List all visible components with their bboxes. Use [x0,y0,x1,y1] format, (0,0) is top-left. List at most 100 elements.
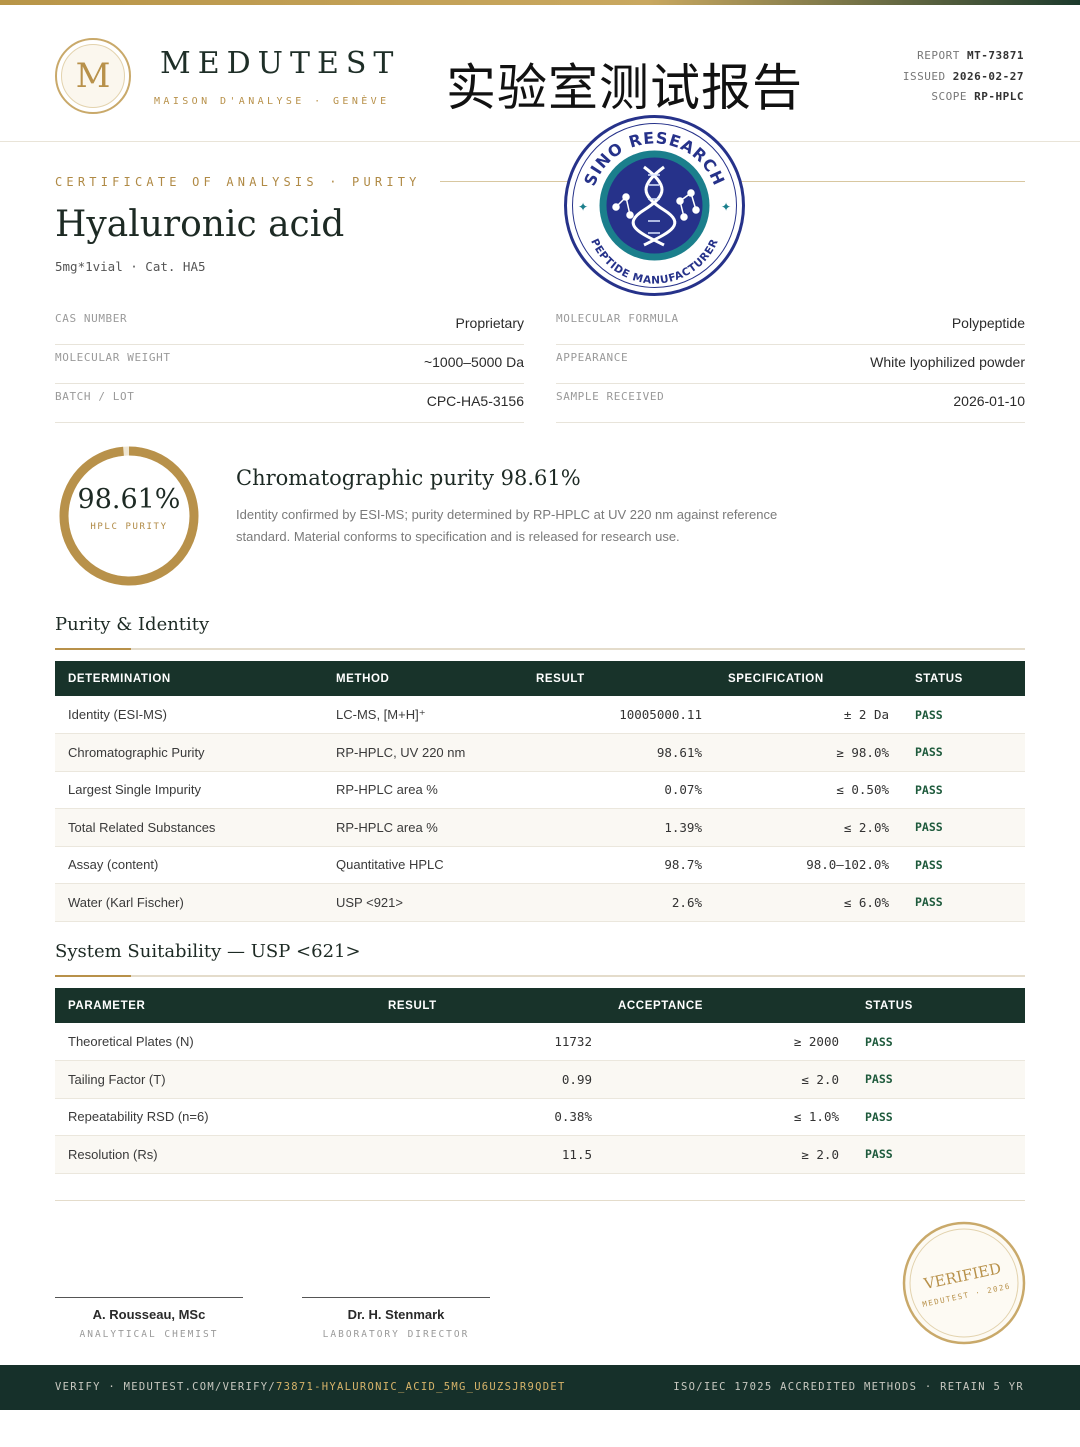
property-value: ~1000–5000 Da [423,354,524,370]
top-accent-bar [0,0,1080,5]
table-cell: PASS [902,883,1025,922]
table-row: Theoretical Plates (N) 11732 ≥ 2000 PASS [55,1023,1025,1061]
table-cell: Tailing Factor (T) [55,1060,375,1099]
property-key: SAMPLE RECEIVED [556,390,665,403]
signature-name-1: A. Rousseau, MSc [92,1307,206,1322]
table-cell: Theoretical Plates (N) [55,1023,375,1061]
property-key: BATCH / LOT [55,390,135,403]
signature-role-1: ANALYTICAL CHEMIST [79,1329,219,1340]
table-cell: 11.5 [375,1135,605,1174]
footer-accreditation: ISO/IEC 17025 ACCREDITED METHODS · RETAI… [673,1381,1024,1393]
property-value: White lyophilized powder [870,354,1025,370]
purity-ring-value: 98.61% [77,484,181,515]
table-header-cell: RESULT [375,988,605,1023]
table-cell: ≥ 98.0% [715,733,902,772]
brand-name: MEDUTEST [160,46,401,81]
verified-stamp: VERIFIED MEDUTEST · 2026 [902,1221,1026,1345]
meta-report-value: MT-73871 [967,49,1024,62]
signature-line-2 [302,1297,490,1298]
table-cell: Largest Single Impurity [55,771,323,809]
purity-ring-fill [59,446,199,586]
table-cell: PASS [902,846,1025,884]
table-header-cell: SPECIFICATION [715,661,902,696]
signature-line-1 [55,1297,243,1298]
property-row: BATCH / LOT CPC-HA5-3156 [55,384,524,423]
footer-bar: VERIFY · MEDUTEST.COM/VERIFY/73871-HYALU… [0,1365,1080,1410]
table-cell: Quantitative HPLC [323,846,523,884]
table-cell: ≤ 0.50% [715,771,902,809]
table-cell: 98.0–102.0% [715,846,902,884]
table-cell: ≤ 1.0% [605,1098,852,1136]
table-cell: Repeatability RSD (n=6) [55,1098,375,1136]
signature-role-2: LABORATORY DIRECTOR [322,1329,470,1340]
table-cell: PASS [902,771,1025,809]
seal-star-left-icon: ✦ [578,200,588,214]
meta-issued-value: 2026-02-27 [952,69,1024,83]
table-cell: ≤ 6.0% [715,883,902,922]
table-row: Identity (ESI-MS) LC-MS, [M+H]⁺ 10005000.1… [55,696,1025,734]
property-value: Proprietary [455,315,524,331]
property-key: MOLECULAR WEIGHT [55,351,171,364]
table-row: Chromatographic Purity RP-HPLC, UV 220 nm… [55,733,1025,772]
footer-verify: VERIFY · MEDUTEST.COM/VERIFY/73871-HYALU… [55,1381,566,1393]
table-row: Repeatability RSD (n=6) 0.38% ≤ 1.0% PASS [55,1098,1025,1136]
meta-scope: SCOPE RP-HPLC [903,87,1024,108]
table-cell: Assay (content) [55,846,323,884]
section-rule-purity-identity [55,648,1025,650]
table-cell: PASS [902,808,1025,847]
property-value: 2026-01-10 [953,393,1025,409]
product-subtitle: 5mg*1vial · Cat. HA5 [55,259,206,274]
table-cell: 98.61% [523,733,715,772]
table-cell: ≤ 2.0% [715,808,902,847]
table-cell: PASS [852,1135,1025,1174]
table-cell: 2.6% [523,883,715,922]
property-key: CAS NUMBER [55,312,128,325]
table-cell: 0.38% [375,1098,605,1136]
table-row: Resolution (Rs) 11.5 ≥ 2.0 PASS [55,1135,1025,1174]
purity-identity-table: DETERMINATION METHOD RESULT SPECIFICATION ST… [55,661,1025,922]
table-cell: LC-MS, [M+H]⁺ [323,696,523,734]
table-cell: USP <921> [323,883,523,922]
sino-research-seal: SINO RESEARCH PEPTIDE MANUFACTURER ✦ ✦ [564,115,745,296]
signature-name-2: Dr. H. Stenmark [347,1307,445,1322]
table-cell: 1.39% [523,808,715,847]
table-cell: 11732 [375,1023,605,1061]
report-title-chinese: 实验室测试报告 [446,60,803,116]
table-header-cell: METHOD [323,661,523,696]
brand-logo: M [55,38,131,114]
table-cell: 0.99 [375,1060,605,1099]
seal-star-right-icon: ✦ [721,200,731,214]
table-cell: Identity (ESI-MS) [55,696,323,734]
table-cell: PASS [902,696,1025,734]
table-row: Assay (content) Quantitative HPLC 98.7% 98.… [55,846,1025,884]
purity-ring [59,446,199,586]
meta-scope-label: SCOPE [931,90,968,103]
table-cell: ≥ 2.0 [605,1135,852,1174]
table-cell: PASS [902,733,1025,772]
header-divider [0,141,1080,142]
section-title-system-suitability: System Suitability — USP <621> [55,941,361,962]
table-cell: 98.7% [523,846,715,884]
footer-verify-link[interactable]: 73871-HYALURONIC_ACID_5MG_U6UZSJR9QDET [276,1381,566,1393]
table-cell: ± 2 Da [715,696,902,734]
table-cell: ≥ 2000 [605,1023,852,1061]
table-row: Largest Single Impurity RP-HPLC area % 0.0… [55,771,1025,809]
table-cell: Total Related Substances [55,808,323,847]
property-row: SAMPLE RECEIVED 2026-01-10 [556,384,1025,423]
purity-identity-header-row: DETERMINATION METHOD RESULT SPECIFICATION ST… [55,661,1025,696]
property-value: CPC-HA5-3156 [426,393,524,409]
section-title-purity-identity: Purity & Identity [55,614,210,635]
purity-ring-label: HPLC PURITY [90,522,168,532]
table-cell: 10005000.11 [523,696,715,734]
meta-report-label: REPORT [917,49,960,62]
table-row: Water (Karl Fischer) USP <921> 2.6% ≤ 6.0% P… [55,883,1025,922]
purity-description: Identity confirmed by ESI-MS; purity det… [236,507,778,544]
property-row: CAS NUMBER Proprietary [55,306,524,345]
system-suitability-table: PARAMETER RESULT ACCEPTANCE STATUS Theoreti… [55,988,1025,1174]
meta-report: REPORT MT-73871 [903,46,1024,67]
property-key: MOLECULAR FORMULA [556,312,679,325]
table-row: Total Related Substances RP-HPLC area % 1.… [55,808,1025,847]
table-header-cell: STATUS [902,661,1025,696]
table-cell: 0.07% [523,771,715,809]
brand-logo-letter: M [61,44,125,108]
